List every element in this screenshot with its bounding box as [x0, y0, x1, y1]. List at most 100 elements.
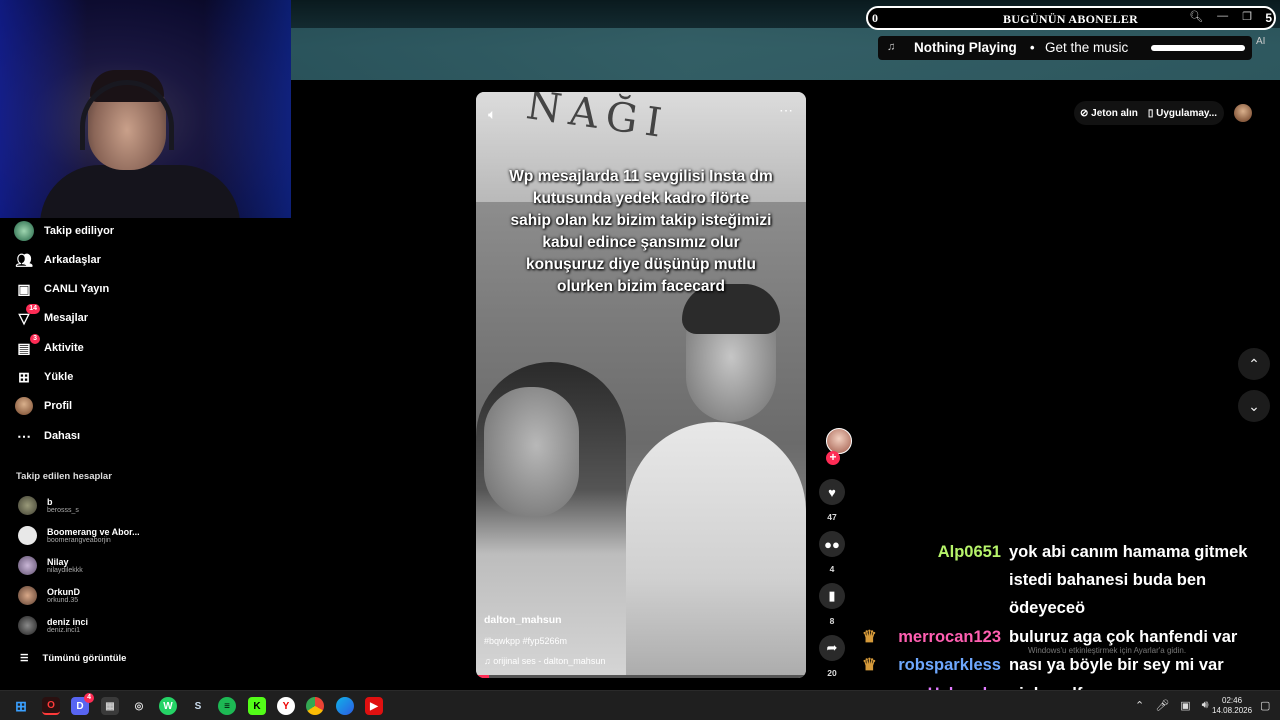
- music-title: Nothing Playing: [914, 40, 1017, 55]
- whatsapp-icon[interactable]: W: [159, 697, 177, 715]
- discord-icon[interactable]: D4: [71, 693, 94, 715]
- windows-start-icon[interactable]: ⊞: [12, 697, 30, 715]
- sidebar-item-activity[interactable]: ▤ 3 Aktivite: [14, 334, 84, 358]
- volume-icon[interactable]: 🔊︎: [1202, 699, 1209, 712]
- save-button[interactable]: ▮: [819, 583, 845, 609]
- caption-line: olurken bizim facecard: [557, 278, 725, 295]
- account-name: OrkunD: [47, 587, 81, 597]
- volume-icon[interactable]: 🔈︎: [488, 106, 496, 123]
- followed-account[interactable]: Nilay nilaydilekkk: [18, 556, 83, 575]
- get-app-button[interactable]: ▯ Uygulamay...: [1148, 108, 1217, 119]
- crown-icon: ♛: [862, 628, 877, 646]
- chrome-icon[interactable]: [306, 697, 324, 715]
- account-name: Nilay: [47, 557, 69, 567]
- taskbar-clock[interactable]: 02:46 14.08.2026: [1212, 696, 1252, 716]
- caption-line: sahip olan kız bizim takip isteğimizi: [510, 212, 772, 229]
- music-widget: ♫ Nothing Playing • Get the music: [878, 36, 1252, 60]
- header-actions: ⊘ Jeton alın ▯ Uygulamay...: [1074, 101, 1224, 125]
- maximize-icon[interactable]: ❐: [1242, 10, 1252, 23]
- file-manager-icon[interactable]: ▦: [101, 697, 119, 715]
- video-progress-bar[interactable]: [476, 675, 806, 678]
- live-icon: ▣: [17, 280, 31, 297]
- minimize-icon[interactable]: —: [1217, 10, 1228, 23]
- save-count: 8: [829, 616, 835, 626]
- chevron-up-icon[interactable]: ⌃: [1135, 699, 1144, 712]
- next-video-button[interactable]: ⌄: [1238, 390, 1270, 422]
- messages-badge: 14: [26, 304, 40, 314]
- chevron-up-icon: ⌃: [1248, 355, 1260, 372]
- video-hashtags[interactable]: #bqwkpp #fyp5266m: [484, 636, 567, 646]
- followed-account[interactable]: OrkunD orkund.35: [18, 586, 80, 605]
- like-button[interactable]: ♥: [819, 479, 845, 505]
- follow-plus-icon[interactable]: +: [826, 451, 840, 465]
- share-button[interactable]: ➦: [819, 635, 845, 661]
- video-author[interactable]: dalton_mahsun: [484, 614, 562, 626]
- sidebar-item-friends[interactable]: 👥︎ Arkadaşlar: [14, 250, 101, 270]
- followed-account[interactable]: deniz inci deniz.inci1: [18, 616, 88, 635]
- account-name: Boomerang ve Abor...: [47, 527, 140, 537]
- chat-text: buluruz aga çok hanfendi var: [1009, 628, 1238, 646]
- network-icon[interactable]: ▣: [1180, 699, 1190, 712]
- music-subtitle: Get the music: [1045, 40, 1129, 55]
- more-icon: ⋯: [17, 427, 31, 444]
- system-tray: ⌃ 🎤︎ ▣ 🔊︎: [1135, 699, 1209, 712]
- see-all-button[interactable]: ☰ Tümünü görüntüle: [20, 653, 126, 664]
- profile-icon: [14, 396, 34, 416]
- account-handle: orkund.35: [47, 597, 79, 604]
- messages-icon: ▽ 14: [14, 304, 40, 328]
- bookmark-icon: ▮: [828, 588, 836, 603]
- comment-button[interactable]: ●●: [819, 531, 845, 557]
- chat-username: robsparkless: [898, 656, 1001, 674]
- spotify-icon[interactable]: ≡: [218, 697, 236, 715]
- sidebar-item-label: Mesajlar: [44, 312, 89, 324]
- avatar: [18, 526, 37, 545]
- music-note-icon: ♫: [887, 41, 896, 53]
- chat-text: yok abi canım hamama gitmek: [1009, 543, 1248, 561]
- clock-date: 14.08.2026: [1212, 706, 1253, 715]
- heart-icon: ♥: [828, 484, 836, 500]
- microphone-icon[interactable]: 🎤︎: [1155, 699, 1169, 712]
- music-note-icon: ♫: [484, 656, 494, 666]
- ai-label: AI: [1256, 36, 1266, 47]
- notifications-icon[interactable]: ▢: [1260, 699, 1270, 712]
- edge-icon[interactable]: [336, 697, 354, 715]
- chat-username: Alp0651: [937, 543, 1001, 561]
- share-count: 20: [827, 668, 837, 678]
- chat-text: ödeyeceö: [1009, 599, 1086, 617]
- subs-title: BUGÜNÜN ABONELER: [1003, 12, 1139, 26]
- followed-account[interactable]: b berosss_s: [18, 496, 79, 515]
- clock-time: 02:46: [1222, 696, 1243, 705]
- steam-icon[interactable]: S: [189, 697, 207, 715]
- search-icon[interactable]: 🔍︎: [1189, 10, 1203, 23]
- crown-icon: ♛: [862, 656, 877, 674]
- friends-icon: 👥︎: [15, 251, 33, 268]
- followed-account[interactable]: Boomerang ve Abor... boomerangveaborjin: [18, 526, 140, 545]
- video-sound[interactable]: ♫ orijinal ses - dalton_mahsun: [484, 656, 605, 666]
- sidebar-item-profile[interactable]: Profil: [14, 396, 72, 416]
- sound-label: orijinal ses - dalton_mahsun: [493, 656, 606, 666]
- video-caption: Wp mesajlarda 11 sevgilisi Insta dm kutu…: [490, 166, 792, 298]
- youtube-icon[interactable]: ▶: [365, 697, 383, 715]
- kick-icon[interactable]: K: [248, 697, 266, 715]
- sidebar-item-label: Arkadaşlar: [44, 254, 101, 266]
- chat-text: nası ya böyle bir sey mi var: [1009, 656, 1224, 674]
- sidebar-item-more[interactable]: ⋯ Dahası: [14, 426, 80, 446]
- sidebar-item-live[interactable]: ▣ CANLI Yayın: [14, 279, 109, 299]
- subs-right-count: 5: [1265, 11, 1272, 25]
- profile-avatar[interactable]: [1234, 104, 1252, 122]
- video-progress-fill: [476, 675, 490, 678]
- sidebar-item-label: Takip ediliyor: [44, 225, 115, 237]
- discord-badge: 4: [84, 693, 94, 703]
- sidebar-item-upload[interactable]: ⊞ Yükle: [14, 367, 73, 387]
- yandex-icon[interactable]: Y: [277, 697, 295, 715]
- video-player[interactable]: NAĞI Wp mesajlarda 11 sevgilisi Insta dm…: [476, 92, 806, 678]
- opera-gx-icon[interactable]: O: [42, 697, 60, 715]
- sidebar-item-messages[interactable]: ▽ 14 Mesajlar: [14, 304, 89, 328]
- get-coins-button[interactable]: ⊘ Jeton alın: [1080, 108, 1138, 119]
- sidebar-item-following[interactable]: Takip ediliyor: [14, 221, 114, 241]
- more-options-icon[interactable]: ⋯: [779, 102, 794, 119]
- previous-video-button[interactable]: ⌃: [1238, 348, 1270, 380]
- obs-icon[interactable]: ◎: [130, 697, 148, 715]
- chat-message: Alp0651 yok abi canım hamama gitmek iste…: [900, 542, 1280, 617]
- comment-icon: ●●: [824, 536, 840, 552]
